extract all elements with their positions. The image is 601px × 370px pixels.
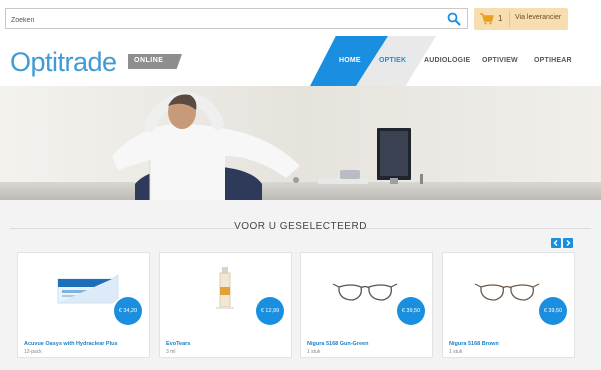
price-badge: € 34,20 bbox=[114, 297, 142, 325]
cart-divider bbox=[509, 11, 510, 27]
shopping-cart-icon bbox=[480, 13, 494, 25]
product-card[interactable]: € 39,50 Nigura 5168 Brown 1 stuk bbox=[442, 252, 575, 358]
product-title[interactable]: Acuvue Oasys with Hydraclear Plus bbox=[24, 341, 118, 347]
top-bar: 1 Via leverancier bbox=[0, 0, 601, 36]
product-card[interactable]: € 34,20 Acuvue Oasys with Hydraclear Plu… bbox=[17, 252, 150, 358]
product-title[interactable]: Nigura 5168 Brown bbox=[449, 341, 499, 347]
product-subtitle: 3 ml bbox=[166, 349, 176, 355]
nav-optiek[interactable]: OPTIEK bbox=[379, 57, 406, 64]
logo-badge-text: ONLINE bbox=[134, 57, 164, 64]
carousel-prev-button[interactable] bbox=[551, 238, 561, 248]
cart-button[interactable]: 1 Via leverancier bbox=[474, 8, 568, 30]
chevron-right-icon bbox=[566, 240, 571, 246]
price-badge: € 39,50 bbox=[397, 297, 425, 325]
product-card[interactable]: € 39,50 Nigura 5168 Gun-Green 1 stuk bbox=[300, 252, 433, 358]
search-icon[interactable] bbox=[447, 12, 461, 26]
nav-audiologie[interactable]: AUDIOLOGIE bbox=[424, 57, 470, 64]
chevron-left-icon bbox=[553, 240, 558, 246]
product-subtitle: 1 stuk bbox=[449, 349, 463, 355]
section-title: VOOR U GESELECTEERD bbox=[234, 221, 367, 232]
search-box bbox=[5, 8, 468, 30]
nav-optiview[interactable]: OPTIVIEW bbox=[482, 57, 518, 64]
carousel-next-button[interactable] bbox=[563, 238, 573, 248]
cart-count: 1 bbox=[498, 14, 503, 23]
product-title[interactable]: EvoTears bbox=[166, 341, 190, 347]
cart-label: Via leverancier bbox=[515, 14, 562, 21]
product-subtitle: 1 stuk bbox=[307, 349, 321, 355]
price-badge: € 39,50 bbox=[539, 297, 567, 325]
logo-badge: ONLINE bbox=[128, 54, 182, 69]
section-divider-right bbox=[365, 228, 591, 229]
product-card[interactable]: € 12,99 EvoTears 3 ml bbox=[159, 252, 292, 358]
search-input[interactable] bbox=[6, 11, 436, 30]
hero-banner bbox=[0, 86, 601, 200]
product-title[interactable]: Nigura 5168 Gun-Green bbox=[307, 341, 368, 347]
product-subtitle: 12-pack bbox=[24, 349, 42, 355]
hero-image bbox=[0, 86, 601, 200]
site-header: Optitrade ONLINE HOME OPTIEK AUDIOLOGIE … bbox=[0, 36, 601, 86]
price-badge: € 12,99 bbox=[256, 297, 284, 325]
nav-home[interactable]: HOME bbox=[339, 57, 361, 64]
nav-optihear[interactable]: OPTIHEAR bbox=[534, 57, 572, 64]
logo[interactable]: Optitrade bbox=[10, 49, 117, 76]
